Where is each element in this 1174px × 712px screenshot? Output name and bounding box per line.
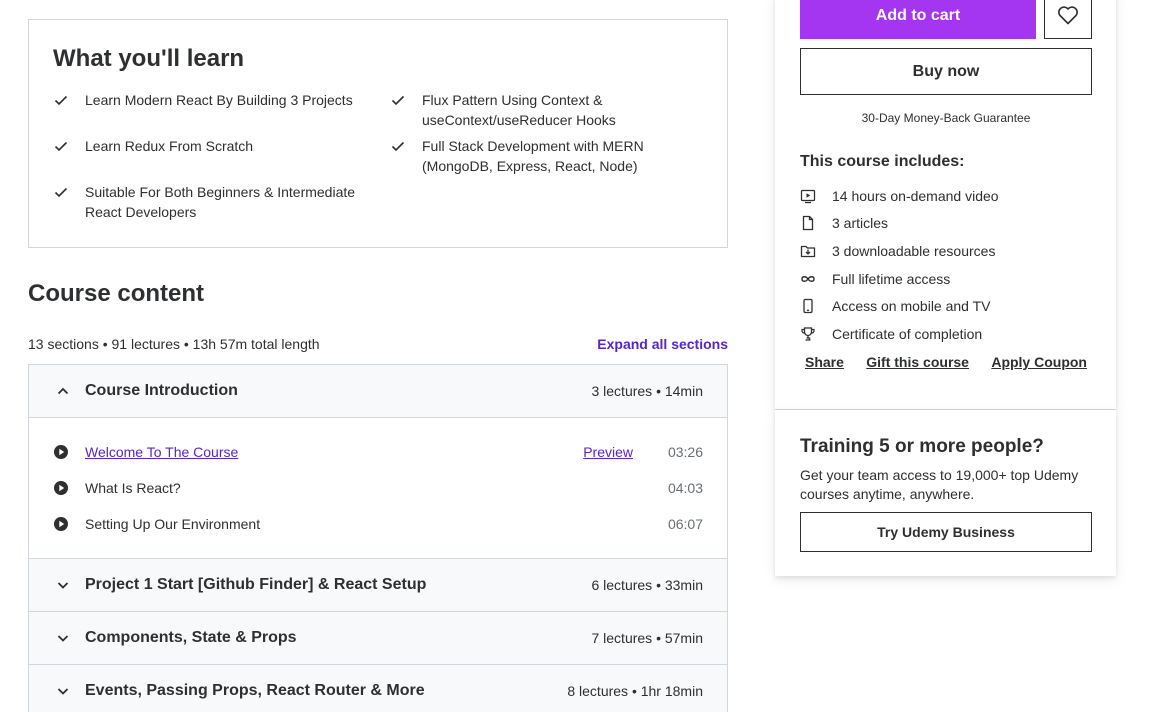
course-sections: Course Introduction 3 lectures • 14min W…	[28, 364, 728, 712]
section-stats: 8 lectures • 1hr 18min	[567, 683, 703, 699]
includes-list: 14 hours on-demand video 3 articles 3 do…	[800, 182, 1100, 348]
include-label: 3 articles	[832, 215, 889, 232]
include-label: 14 hours on-demand video	[832, 187, 999, 204]
chevron-down-icon	[57, 582, 69, 589]
includes-title: This course includes:	[800, 153, 965, 170]
include-item: 3 articles	[800, 210, 1100, 238]
include-label: 3 downloadable resources	[832, 242, 996, 259]
include-item: Access on mobile and TV	[800, 292, 1100, 320]
include-label: Full lifetime access	[832, 270, 951, 287]
lecture-duration: 04:03	[667, 480, 703, 496]
check-icon	[391, 95, 405, 106]
lecture-title: What Is React?	[85, 480, 181, 496]
section-title: Components, State & Props	[85, 629, 297, 646]
wishlist-button[interactable]	[1044, 0, 1092, 39]
lecture-duration: 03:26	[667, 444, 703, 460]
lecture-title-link[interactable]: Welcome To The Course	[85, 444, 583, 460]
file-icon	[802, 216, 814, 231]
section-header-events-props-router[interactable]: Events, Passing Props, React Router & Mo…	[29, 665, 727, 712]
learn-item-label: Learn Modern React By Building 3 Project…	[85, 92, 353, 108]
include-item: 14 hours on-demand video	[800, 182, 1100, 210]
apply-coupon-button[interactable]: Apply Coupon	[991, 354, 1087, 370]
lecture-item: What Is React? 04:03	[53, 470, 703, 506]
learn-item: Learn Redux From Scratch	[53, 136, 374, 176]
play-icon	[54, 517, 68, 531]
section-stats: 6 lectures • 33min	[591, 577, 703, 593]
purchase-sidebar: Add to cart Buy now 30-Day Money-Back Gu…	[775, 0, 1116, 410]
learn-item: Full Stack Development with MERN (MongoD…	[390, 136, 690, 176]
section-title: Course Introduction	[85, 382, 238, 399]
check-icon	[54, 187, 68, 198]
expand-all-sections-button[interactable]: Expand all sections	[597, 335, 728, 353]
try-udemy-business-button[interactable]: Try Udemy Business	[800, 512, 1092, 552]
lecture-duration: 06:07	[667, 516, 703, 532]
check-icon	[391, 141, 405, 152]
learn-item-label: Full Stack Development with MERN (MongoD…	[422, 138, 644, 174]
business-title: Training 5 or more people?	[800, 436, 1044, 457]
trophy-icon	[801, 327, 815, 341]
learn-item-label: Suitable For Both Beginners & Intermedia…	[85, 184, 356, 220]
section-stats: 7 lectures • 57min	[591, 630, 703, 646]
include-item: Full lifetime access	[800, 265, 1100, 293]
include-label: Certificate of completion	[832, 325, 983, 342]
include-item: Certificate of completion	[800, 320, 1100, 348]
section-header-course-introduction[interactable]: Course Introduction 3 lectures • 14min	[29, 365, 727, 418]
course-content-title: Course content	[28, 280, 205, 307]
learn-title: What you'll learn	[53, 45, 245, 72]
learn-list: Learn Modern React By Building 3 Project…	[53, 90, 703, 222]
add-to-cart-button[interactable]: Add to cart	[800, 0, 1036, 39]
section-title: Events, Passing Props, React Router & Mo…	[85, 682, 425, 699]
section-header-project-1[interactable]: Project 1 Start [Github Finder] & React …	[29, 559, 727, 612]
section-header-components-state-props[interactable]: Components, State & Props 7 lectures • 5…	[29, 612, 727, 665]
include-label: Access on mobile and TV	[832, 298, 991, 315]
learn-item-label: Learn Redux From Scratch	[85, 138, 254, 154]
section-title: Project 1 Start [Github Finder] & React …	[85, 576, 427, 593]
business-description: Get your team access to 19,000+ top Udem…	[800, 467, 1079, 502]
money-back-guarantee: 30-Day Money-Back Guarantee	[861, 111, 1031, 125]
heart-icon	[1058, 5, 1078, 24]
check-icon	[54, 95, 68, 106]
mobile-icon	[803, 299, 813, 314]
lecture-item: Setting Up Our Environment 06:07	[53, 506, 703, 542]
section-stats: 3 lectures • 14min	[591, 383, 703, 399]
learn-item: Flux Pattern Using Context & useContext/…	[390, 90, 690, 130]
lecture-list: Welcome To The Course Preview 03:26 What…	[29, 418, 727, 559]
play-icon	[54, 481, 68, 495]
play-icon	[54, 445, 68, 459]
learn-item: Learn Modern React By Building 3 Project…	[53, 90, 374, 130]
download-icon	[800, 245, 816, 258]
chevron-up-icon	[57, 387, 69, 395]
buy-now-button[interactable]: Buy now	[800, 48, 1092, 95]
lecture-item: Welcome To The Course Preview 03:26	[53, 434, 703, 470]
check-icon	[54, 141, 68, 152]
learn-item: Suitable For Both Beginners & Intermedia…	[53, 182, 374, 222]
include-item: 3 downloadable resources	[800, 237, 1100, 265]
chevron-down-icon	[57, 688, 69, 695]
learn-item-label: Flux Pattern Using Context & useContext/…	[422, 92, 616, 128]
chevron-down-icon	[57, 635, 69, 642]
share-button[interactable]: Share	[805, 354, 844, 370]
course-content-meta: 13 sections • 91 lectures • 13h 57m tota…	[28, 335, 728, 353]
lecture-title: Setting Up Our Environment	[85, 516, 261, 532]
infinity-icon	[801, 275, 815, 282]
video-icon	[800, 189, 816, 203]
preview-link[interactable]: Preview	[583, 444, 633, 460]
business-promo-card: Training 5 or more people? Get your team…	[775, 410, 1116, 576]
sidebar-actions: Share Gift this course Apply Coupon	[800, 354, 1092, 370]
what-youll-learn-box: What you'll learn Learn Modern React By …	[28, 19, 728, 248]
gift-course-button[interactable]: Gift this course	[866, 354, 969, 370]
course-stats: 13 sections • 91 lectures • 13h 57m tota…	[28, 336, 320, 352]
